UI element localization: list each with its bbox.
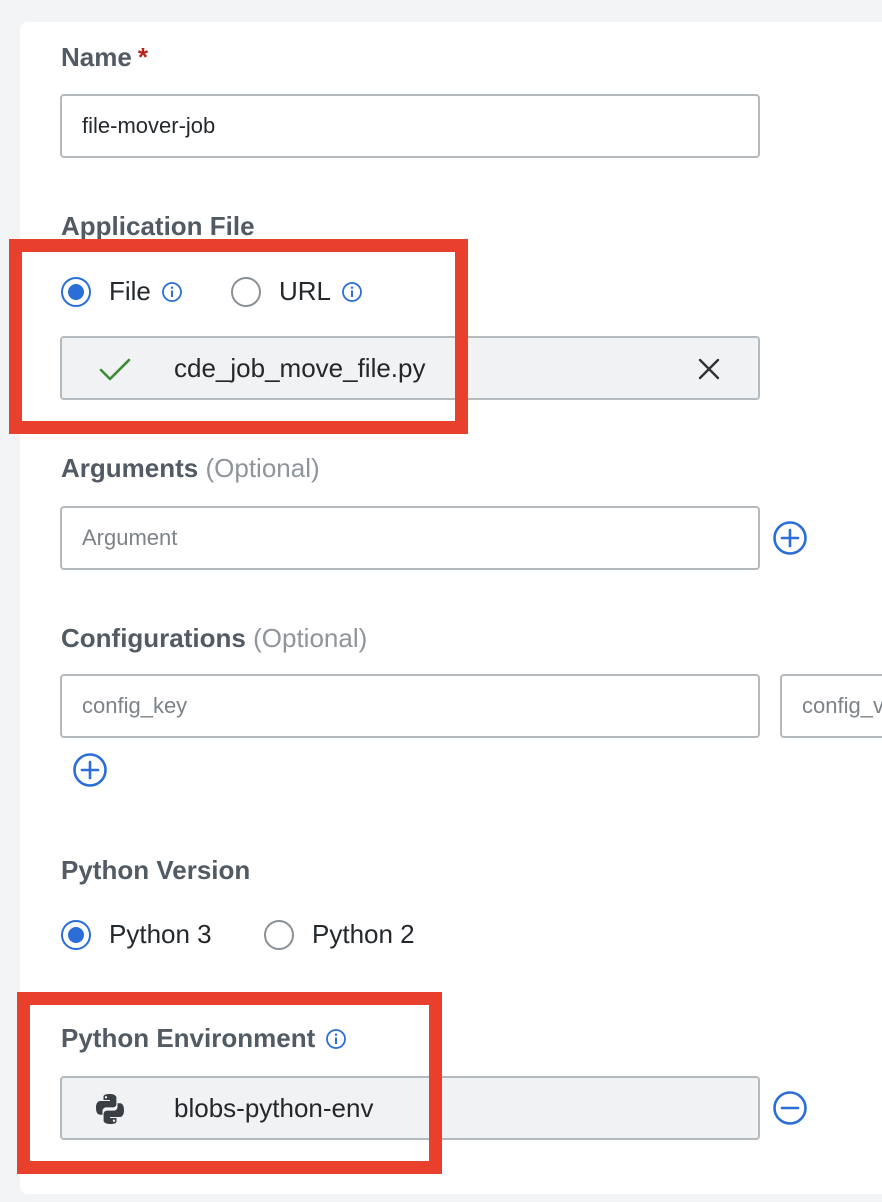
application-file-label: Application File [61,211,255,241]
python-icon [96,1094,124,1124]
required-mark: * [137,42,148,72]
radio-python-3-control[interactable] [61,919,91,950]
radio-python-2-label: Python 2 [312,919,415,949]
job-form-card [20,22,882,1194]
config-value-input[interactable]: config_v [780,674,882,738]
configurations-optional: (Optional) [253,623,368,653]
radio-python-2-control[interactable] [264,919,294,950]
config-key-input[interactable]: config_key [60,674,760,738]
radio-url-control[interactable] [231,276,261,307]
uploaded-file-name: cde_job_move_file.py [174,352,426,383]
plus-circle-icon[interactable] [772,520,808,556]
config-key-placeholder: config_key [82,693,188,718]
info-icon[interactable] [161,281,183,303]
check-icon [99,358,131,381]
radio-python-2[interactable]: Python 2 [264,919,415,950]
radio-python-3-label: Python 3 [109,919,212,949]
name-input[interactable]: file-mover-job [60,94,760,158]
radio-file-control[interactable] [61,276,91,307]
python-environment-field[interactable]: blobs-python-env [60,1076,760,1140]
radio-python-3[interactable]: Python 3 [61,919,212,950]
close-icon[interactable] [698,358,720,380]
arguments-label: Arguments (Optional) [61,453,320,483]
configurations-label: Configurations (Optional) [61,623,368,653]
radio-file-label: File [109,276,151,306]
name-input-value: file-mover-job [82,113,216,138]
radio-file[interactable]: File [61,276,183,307]
minus-circle-icon[interactable] [772,1090,808,1126]
name-label: Name * [61,42,148,72]
config-value-placeholder: config_v [802,693,882,718]
radio-url-label: URL [279,276,332,306]
python-version-label: Python Version [61,855,251,885]
arguments-optional: (Optional) [205,453,320,483]
uploaded-file-field: cde_job_move_file.py [60,336,760,400]
argument-input[interactable]: Argument [60,506,760,570]
radio-url[interactable]: URL [231,276,363,307]
python-environment-label: Python Environment [61,1023,347,1054]
info-icon[interactable] [341,281,363,303]
argument-placeholder: Argument [82,525,178,550]
python-environment-value: blobs-python-env [174,1092,374,1123]
info-icon[interactable] [325,1028,347,1050]
plus-circle-icon[interactable] [72,752,108,788]
